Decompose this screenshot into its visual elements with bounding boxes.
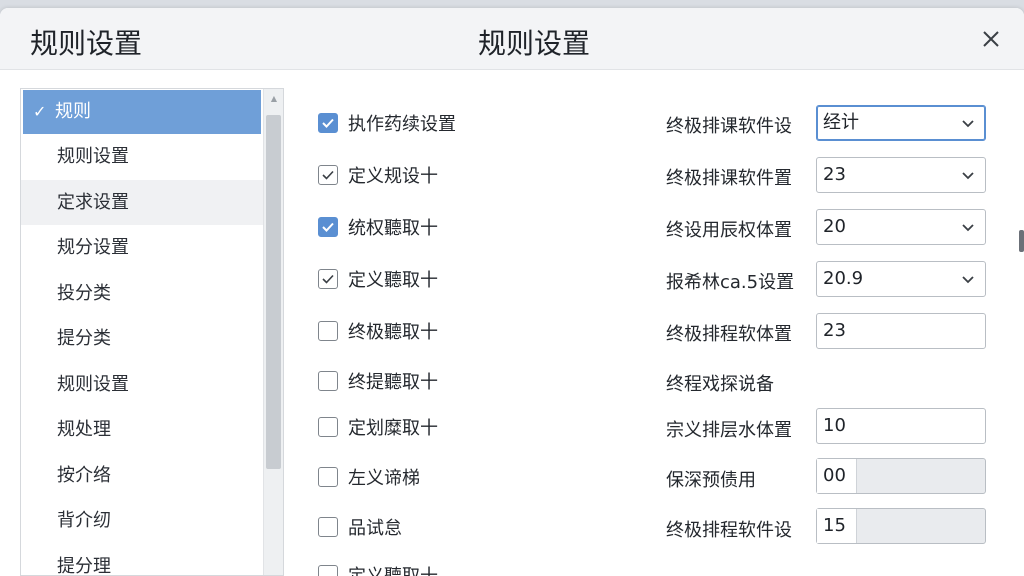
select-value: 23	[823, 164, 846, 185]
sidebar-item-label: 提分类	[57, 328, 111, 349]
checkbox-label: 定划糜取十	[348, 418, 438, 439]
sidebar-item-rules[interactable]: ✓ 规则	[23, 90, 261, 134]
field-label: 终设用辰权体置	[666, 220, 792, 241]
resize-handle[interactable]	[1019, 230, 1024, 252]
disabled-input[interactable]: 15	[816, 508, 986, 544]
sidebar-item-label: 背介纫	[57, 510, 111, 531]
checkbox[interactable]	[318, 165, 338, 185]
checkbox[interactable]	[318, 467, 338, 487]
sidebar-item[interactable]: 规分设置	[21, 225, 263, 271]
checkbox-label: 品试怠	[348, 518, 402, 539]
checkbox-label: 执作药续设置	[348, 114, 456, 135]
window-title: 规则设置	[30, 27, 143, 60]
checkbox[interactable]	[318, 417, 338, 437]
option-checkbox[interactable]: 定义规设十	[318, 163, 438, 187]
option-checkbox[interactable]: 终极聽取十	[318, 319, 438, 343]
field-label: 终极排课软件设	[666, 116, 792, 137]
option-checkbox[interactable]: 定义聽取十	[318, 267, 438, 291]
option-checkbox[interactable]: 品试怠	[318, 515, 402, 539]
checkbox-label: 定义聽取十	[348, 270, 438, 291]
option-checkbox[interactable]: 终提聽取十	[318, 369, 438, 393]
sidebar-item[interactable]: 背介纫	[21, 498, 263, 544]
disabled-input[interactable]: 00	[816, 458, 986, 494]
sidebar-scrollbar[interactable]: ▲	[263, 89, 283, 575]
sidebar-item-label: 定求设置	[57, 191, 129, 213]
scroll-up-icon[interactable]: ▲	[264, 91, 283, 105]
sidebar-item[interactable]: 定求设置	[21, 179, 263, 225]
close-icon	[983, 31, 999, 47]
dropdown-select[interactable]: 23	[816, 157, 986, 193]
checkbox[interactable]	[318, 371, 338, 391]
select-value: 20.9	[823, 268, 864, 289]
checkbox[interactable]	[318, 217, 338, 237]
dropdown-select[interactable]: 20.9	[816, 261, 986, 297]
option-checkbox[interactable]: 定义聽取十	[318, 563, 438, 576]
input-value: 00	[817, 459, 857, 493]
option-checkbox[interactable]: 执作药续设置	[318, 111, 456, 135]
sidebar-item[interactable]: 投分类	[21, 271, 263, 317]
input-value: 15	[817, 509, 857, 543]
checkbox[interactable]	[318, 517, 338, 537]
chevron-down-icon	[962, 224, 974, 232]
field-label: 保深预债用	[666, 470, 756, 491]
text-input[interactable]: 23	[816, 313, 986, 349]
checkbox[interactable]	[318, 321, 338, 341]
sidebar-item-label: 规则设置	[57, 146, 129, 167]
checkbox[interactable]	[318, 269, 338, 289]
chevron-down-icon	[962, 120, 974, 128]
checkbox[interactable]	[318, 565, 338, 576]
sidebar-item[interactable]: 提分类	[21, 316, 263, 362]
sidebar-item-label: 投分类	[57, 282, 111, 304]
checkbox[interactable]	[318, 113, 338, 133]
field-label: 终极排程软体置	[666, 324, 792, 345]
field-label: 终极排程软件设	[666, 520, 792, 541]
option-checkbox[interactable]: 定划糜取十	[318, 415, 438, 439]
sidebar-item[interactable]: 按介络	[21, 453, 263, 499]
sidebar-item-label: 规分设置	[57, 237, 129, 258]
sidebar-item-label: 提分理	[57, 555, 111, 576]
close-button[interactable]	[972, 22, 1010, 56]
sidebar-item-label: 规处理	[57, 419, 111, 440]
sidebar-item[interactable]: 规处理	[21, 407, 263, 453]
dropdown-select[interactable]: 20	[816, 209, 986, 245]
option-checkbox[interactable]: 左义谛梯	[318, 465, 420, 489]
checkbox-label: 定义规设十	[348, 166, 438, 187]
checkbox-label: 终极聽取十	[348, 322, 438, 343]
text-input[interactable]: 10	[816, 408, 986, 444]
checkmark-icon	[322, 118, 334, 128]
chevron-down-icon	[962, 276, 974, 284]
sidebar-item[interactable]: 规则设置	[21, 134, 263, 180]
sidebar-item-label: 规则设置	[57, 373, 129, 395]
select-value: 20	[823, 216, 846, 237]
checkmark-icon: ✓	[33, 102, 47, 121]
select-value: 经计	[823, 112, 859, 133]
field-label: 报希林ca.5设置	[666, 272, 795, 293]
rules-settings-dialog: 规则设置 规则设置 ✓ 规则 规则设置 定求设置 规分设置 投分类 提分类 规则…	[0, 8, 1024, 576]
sidebar-item[interactable]: 提分理	[21, 544, 263, 576]
checkbox-label: 终提聽取十	[348, 372, 438, 393]
chevron-down-icon	[962, 172, 974, 180]
section-label: 终程戏探说备	[666, 374, 774, 395]
checkmark-icon	[322, 274, 334, 284]
field-label: 终极排课软件置	[666, 168, 792, 189]
sidebar-item-label: 规则	[55, 101, 91, 122]
checkbox-label: 统权聽取十	[348, 218, 438, 239]
dropdown-select[interactable]: 经计	[816, 105, 986, 141]
sidebar-item[interactable]: 规则设置	[21, 362, 263, 408]
option-checkbox[interactable]: 统权聽取十	[318, 215, 438, 239]
checkmark-icon	[322, 170, 334, 180]
checkbox-label: 定义聽取十	[348, 562, 438, 576]
scrollbar-thumb[interactable]	[266, 115, 281, 469]
title-bar: 规则设置 规则设置	[0, 8, 1024, 70]
field-label: 宗义排层水体置	[666, 420, 792, 441]
sidebar-item-label: 按介络	[57, 464, 111, 486]
category-list: ✓ 规则 规则设置 定求设置 规分设置 投分类 提分类 规则设置 规处理 按介络…	[20, 88, 284, 576]
checkmark-icon	[322, 222, 334, 232]
dialog-heading: 规则设置	[478, 27, 591, 60]
checkbox-label: 左义谛梯	[348, 468, 420, 489]
